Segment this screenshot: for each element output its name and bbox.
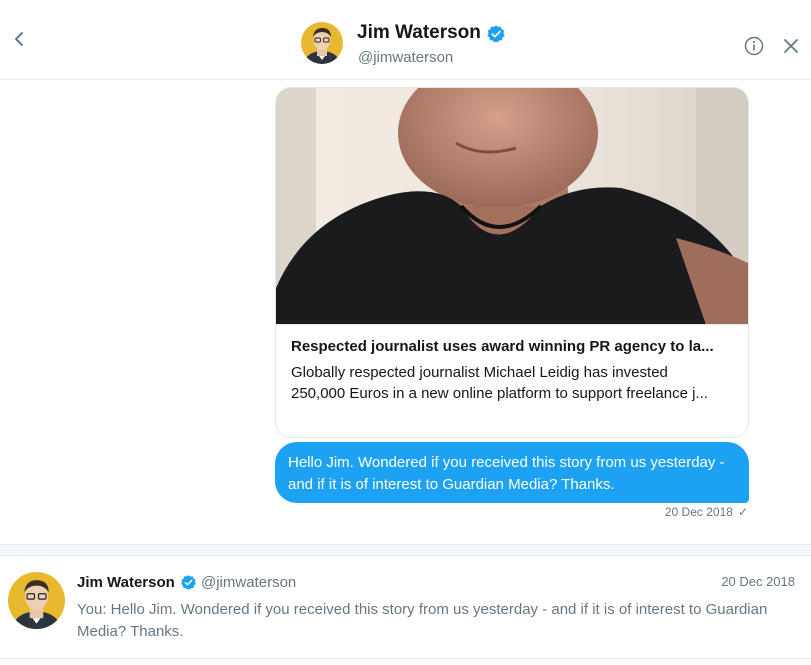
section-divider bbox=[0, 544, 811, 556]
link-preview-card[interactable]: Respected journalist uses award winning … bbox=[275, 87, 749, 438]
link-preview-image bbox=[276, 88, 748, 325]
back-button[interactable] bbox=[8, 28, 30, 50]
avatar[interactable] bbox=[8, 572, 65, 629]
link-preview-description-line: 250,000 Euros in a new online platform t… bbox=[291, 385, 708, 402]
message-meta: 20 Dec 2018 ✓ bbox=[600, 505, 748, 519]
link-preview-description-line: Globally respected journalist Michael Le… bbox=[291, 364, 668, 381]
header-handle: @jimwaterson bbox=[358, 49, 454, 66]
close-icon bbox=[784, 39, 798, 53]
conversation-name: Jim Waterson bbox=[77, 574, 175, 591]
info-icon bbox=[744, 36, 764, 56]
conversation-handle: @jimwaterson bbox=[201, 574, 297, 591]
conversation-header: Jim Waterson @jimwaterson bbox=[0, 0, 811, 80]
chevron-left-icon bbox=[15, 32, 23, 46]
link-preview-description: Globally respected journalist Michael Le… bbox=[291, 362, 731, 406]
info-button[interactable] bbox=[744, 36, 764, 56]
conversation-date: 20 Dec 2018 bbox=[721, 574, 795, 589]
message-timestamp: 20 Dec 2018 bbox=[664, 505, 733, 519]
verified-badge-icon bbox=[487, 25, 505, 43]
checkmark-icon: ✓ bbox=[737, 505, 748, 519]
divider bbox=[0, 658, 811, 659]
header-name[interactable]: Jim Waterson bbox=[357, 22, 481, 44]
verified-badge-icon bbox=[181, 575, 196, 590]
close-button[interactable] bbox=[782, 37, 800, 55]
sent-message-bubble[interactable]: Hello Jim. Wondered if you received this… bbox=[275, 442, 749, 503]
conversation-list-item[interactable]: Jim Waterson @jimwaterson 20 Dec 2018 Yo… bbox=[0, 556, 811, 665]
link-preview-title: Respected journalist uses award winning … bbox=[291, 338, 714, 355]
conversation-preview: You: Hello Jim. Wondered if you received… bbox=[77, 601, 768, 640]
avatar[interactable] bbox=[301, 22, 343, 64]
